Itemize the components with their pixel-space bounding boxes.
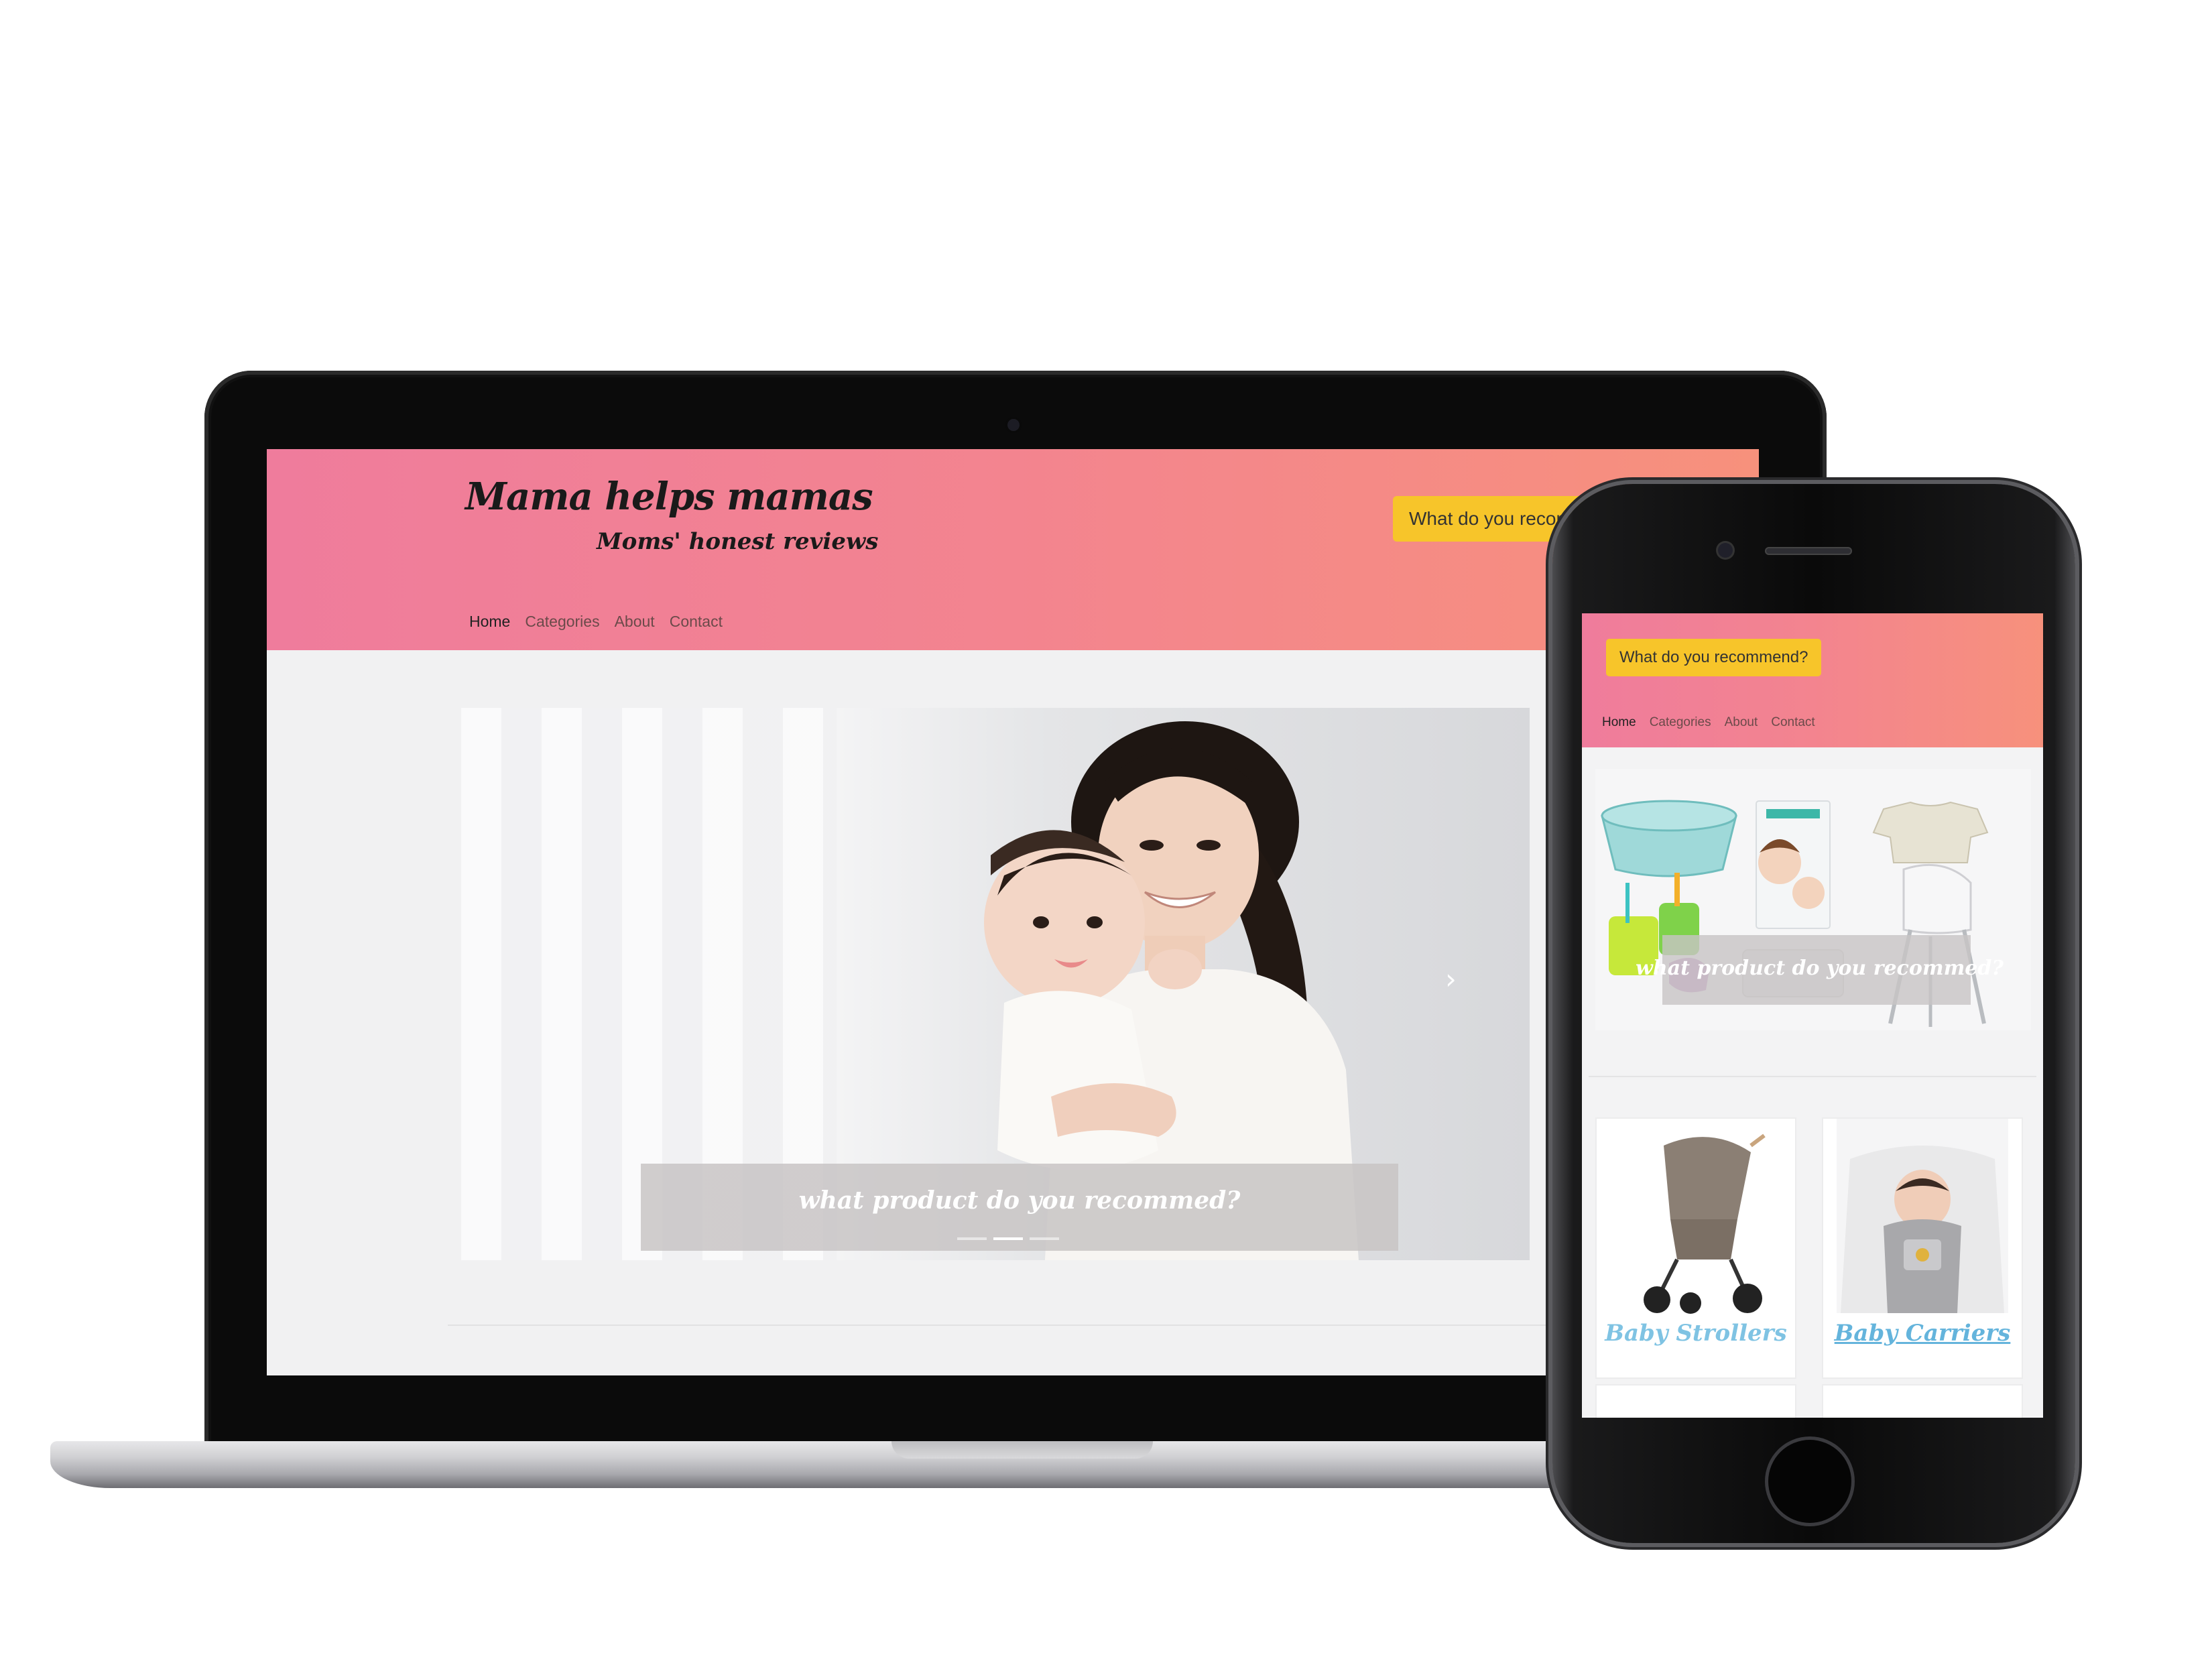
phone-home-button [1768,1440,1851,1523]
baby-carrier-image [1837,1119,2008,1313]
laptop-notch [892,1441,1153,1459]
section-divider [448,1325,1721,1326]
mobile-hero-carousel[interactable]: what product do you recommed? [1595,769,2031,1030]
mobile-site-header: What do you recommend? Home Categories A… [1582,613,2043,747]
site-title[interactable]: Mama helps mamas [465,475,873,519]
laptop-screen: Mama helps mamas Moms' honest reviews Wh… [267,449,1759,1375]
mobile-nav-categories[interactable]: Categories [1650,715,1711,730]
phone-speaker [1765,547,1852,555]
stroller-image [1644,1133,1766,1314]
mobile-hero-caption-box: what product do you recommed? [1636,935,2004,1005]
mobile-main-nav: Home Categories About Contact [1602,715,1815,730]
mobile-nav-contact[interactable]: Contact [1771,715,1815,730]
carousel-next-icon[interactable]: › [1445,963,1457,995]
nav-contact[interactable]: Contact [670,613,723,631]
category-card-next[interactable] [1822,1384,2023,1418]
nav-home[interactable]: Home [469,613,510,631]
category-label-strollers[interactable]: Baby Strollers [1597,1320,1795,1347]
category-card-next[interactable] [1595,1384,1796,1418]
carousel-dot-3[interactable] [1030,1237,1059,1240]
mobile-nav-about[interactable]: About [1725,715,1758,730]
phone-volume-button [1546,764,1551,811]
mobile-recommend-button[interactable]: What do you recommend? [1606,639,1822,676]
site-header: Mama helps mamas Moms' honest reviews Wh… [267,449,1759,650]
carousel-indicators [957,1237,1059,1240]
category-card-carriers[interactable]: Baby Carriers [1822,1117,2023,1379]
laptop-camera-icon [1007,419,1020,431]
nav-categories[interactable]: Categories [525,613,599,631]
carousel-dot-2[interactable] [993,1237,1023,1240]
mobile-nav-home[interactable]: Home [1602,715,1636,730]
phone-volume-button [1546,697,1551,744]
carousel-dot-1[interactable] [957,1237,987,1240]
mobile-section-divider [1589,1076,2036,1077]
hero-caption: what product do you recommed? [798,1186,1241,1215]
site-subtitle: Moms' honest reviews [597,528,879,555]
category-label-carriers[interactable]: Baby Carriers [1823,1320,2022,1347]
category-card-strollers[interactable]: Baby Strollers [1595,1117,1796,1379]
hero-carousel[interactable]: › what product do you recommed? [461,708,1530,1260]
phone-screen: What do you recommend? Home Categories A… [1582,613,2043,1418]
phone-camera-icon [1718,543,1733,558]
nav-about[interactable]: About [615,613,655,631]
main-nav: Home Categories About Contact [469,613,723,631]
mobile-hero-caption: what product do you recommed? [1636,957,2004,980]
